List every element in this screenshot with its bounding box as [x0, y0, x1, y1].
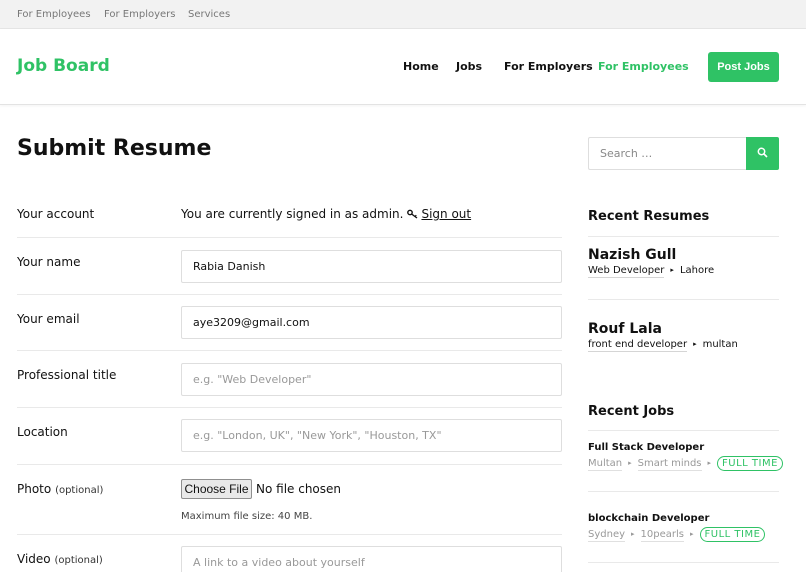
page-title: Submit Resume — [17, 136, 212, 161]
name-label: Your name — [17, 255, 81, 269]
account-status-text: You are currently signed in as admin. — [181, 207, 404, 221]
divider — [588, 299, 779, 300]
top-utility-bar: For Employees For Employers Services — [0, 0, 806, 29]
video-field[interactable] — [181, 546, 562, 572]
search-icon — [757, 146, 768, 161]
job-company: Smart minds — [637, 458, 702, 471]
email-field[interactable] — [181, 306, 562, 339]
resume-meta: front end developer ▸ multan — [588, 339, 738, 352]
resume-title: front end developer — [588, 339, 688, 352]
resume-title: Web Developer — [588, 265, 665, 278]
divider — [17, 464, 562, 465]
bullet-icon: ▸ — [670, 266, 674, 274]
divider — [17, 237, 562, 238]
job-location: Sydney — [588, 529, 626, 542]
account-label: Your account — [17, 207, 95, 221]
divider — [588, 236, 779, 237]
bullet-icon: ▸ — [628, 459, 632, 467]
bullet-icon: ▸ — [707, 459, 712, 467]
job-company: 10pearls — [640, 529, 684, 542]
search-button[interactable] — [746, 137, 779, 170]
divider — [588, 430, 779, 431]
recent-jobs-heading: Recent Jobs — [588, 404, 675, 419]
email-label: Your email — [17, 312, 80, 326]
divider — [588, 562, 779, 563]
divider — [17, 294, 562, 295]
site-logo[interactable]: Job Board — [17, 56, 110, 76]
video-label: Video (optional) — [17, 552, 103, 566]
post-jobs-button[interactable]: Post Jobs — [708, 52, 779, 82]
divider — [17, 534, 562, 535]
bullet-icon: ▸ — [693, 340, 697, 348]
site-header: Job Board Home Jobs For Employers For Em… — [0, 29, 806, 105]
choose-file-button[interactable]: Choose File — [181, 479, 252, 499]
location-field[interactable] — [181, 419, 562, 452]
nav-for-employers[interactable]: For Employers — [504, 60, 593, 73]
job-meta: Sydney ▸ 10pearls ▸ FULL TIME — [588, 527, 766, 542]
photo-optional-text: (optional) — [55, 485, 104, 496]
nav-home[interactable]: Home — [403, 60, 439, 73]
resume-meta: Web Developer ▸ Lahore — [588, 265, 715, 278]
resume-name[interactable]: Rouf Lala — [588, 321, 662, 337]
nav-jobs[interactable]: Jobs — [456, 60, 482, 73]
photo-label-text: Photo — [17, 482, 52, 496]
divider — [17, 350, 562, 351]
nav-for-employees[interactable]: For Employees — [598, 60, 689, 73]
location-label: Location — [17, 425, 68, 439]
job-type-badge: FULL TIME — [699, 527, 766, 542]
job-title[interactable]: blockchain Developer — [588, 513, 709, 524]
topbar-link-for-employers[interactable]: For Employers — [104, 9, 176, 20]
professional-title-label: Professional title — [17, 368, 117, 382]
resume-location: multan — [702, 339, 738, 350]
resume-name[interactable]: Nazish Gull — [588, 247, 676, 263]
account-status: You are currently signed in as admin. Sig… — [181, 207, 471, 221]
recent-resumes-heading: Recent Resumes — [588, 209, 710, 224]
topbar-link-services[interactable]: Services — [188, 9, 230, 20]
job-meta: Multan ▸ Smart minds ▸ FULL TIME — [588, 456, 783, 471]
bullet-icon: ▸ — [690, 530, 694, 538]
video-label-text: Video — [17, 552, 51, 566]
topbar-link-for-employees[interactable]: For Employees — [17, 9, 91, 20]
resume-location: Lahore — [679, 265, 715, 276]
professional-title-field[interactable] — [181, 363, 562, 396]
video-optional-text: (optional) — [54, 555, 103, 566]
bullet-icon: ▸ — [631, 530, 635, 538]
file-status: No file chosen — [256, 482, 342, 496]
job-type-badge: FULL TIME — [717, 456, 783, 471]
search-input[interactable] — [588, 137, 747, 170]
divider — [588, 491, 779, 492]
key-icon — [407, 208, 419, 219]
job-title[interactable]: Full Stack Developer — [588, 442, 704, 453]
photo-label: Photo (optional) — [17, 482, 103, 496]
file-size-hint: Maximum file size: 40 MB. — [181, 511, 313, 522]
sign-out-link[interactable]: Sign out — [421, 207, 471, 221]
job-location: Multan — [588, 458, 623, 471]
name-field[interactable] — [181, 250, 562, 283]
divider — [17, 407, 562, 408]
